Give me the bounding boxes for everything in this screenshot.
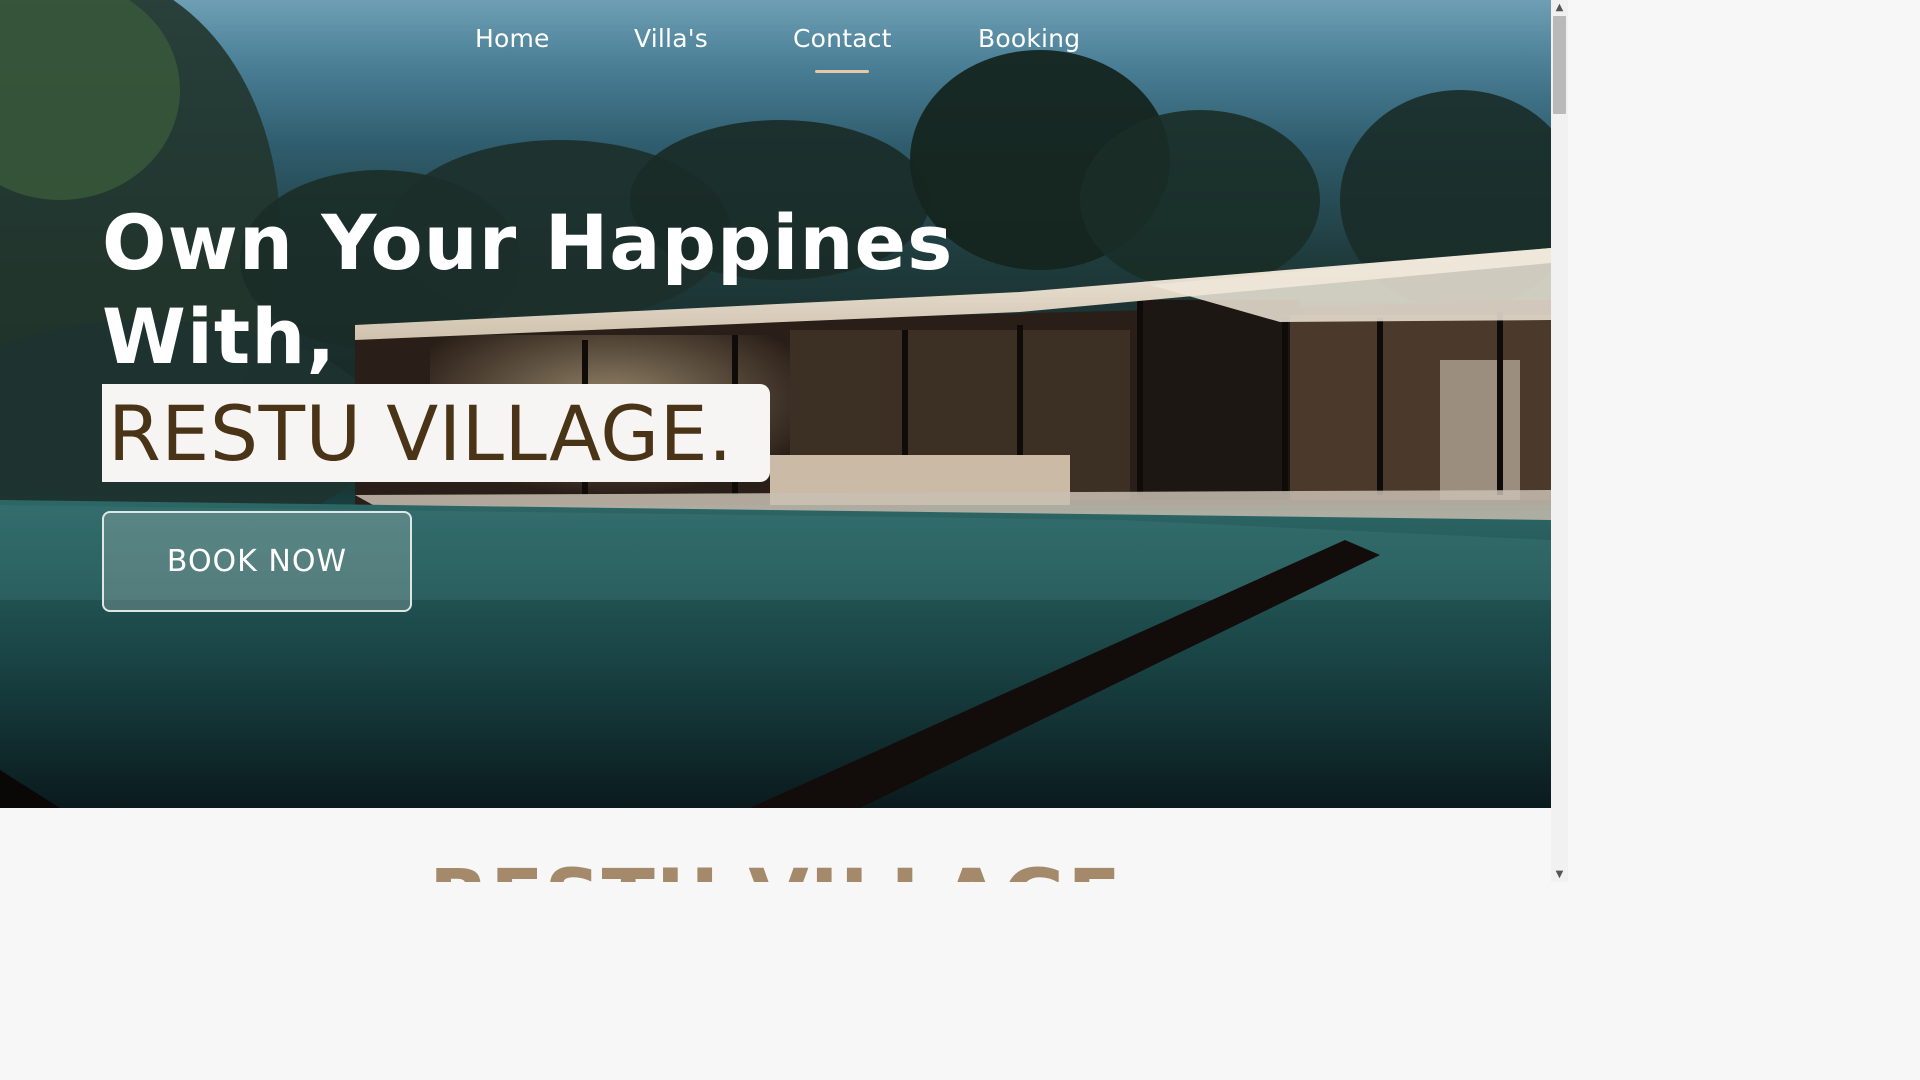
hero-headline-line2: With, — [102, 292, 337, 381]
scrollbar-thumb[interactable] — [1553, 16, 1566, 114]
hero-headline: Own Your Happines With, — [102, 196, 953, 384]
book-now-button[interactable]: BOOK NOW — [102, 511, 412, 612]
vertical-scrollbar[interactable]: ▲ ▼ — [1551, 0, 1568, 882]
hero-headline-line1: Own Your Happines — [102, 198, 954, 287]
nav-home[interactable]: Home — [475, 24, 550, 53]
nav-booking[interactable]: Booking — [978, 24, 1080, 53]
nav-villas[interactable]: Villa's — [634, 24, 708, 53]
nav-contact[interactable]: Contact — [793, 24, 892, 53]
section-title: RESTU VILLAGE — [0, 854, 1551, 882]
intro-section: RESTU VILLAGE — [0, 808, 1551, 882]
arrow-down-icon[interactable]: ▼ — [1551, 867, 1568, 882]
nav-active-indicator — [815, 70, 869, 73]
hero-brand-name: RESTU VILLAGE. — [108, 389, 733, 478]
main-nav: Home Villa's Contact Booking — [0, 0, 1551, 80]
arrow-up-icon[interactable]: ▲ — [1551, 0, 1568, 15]
